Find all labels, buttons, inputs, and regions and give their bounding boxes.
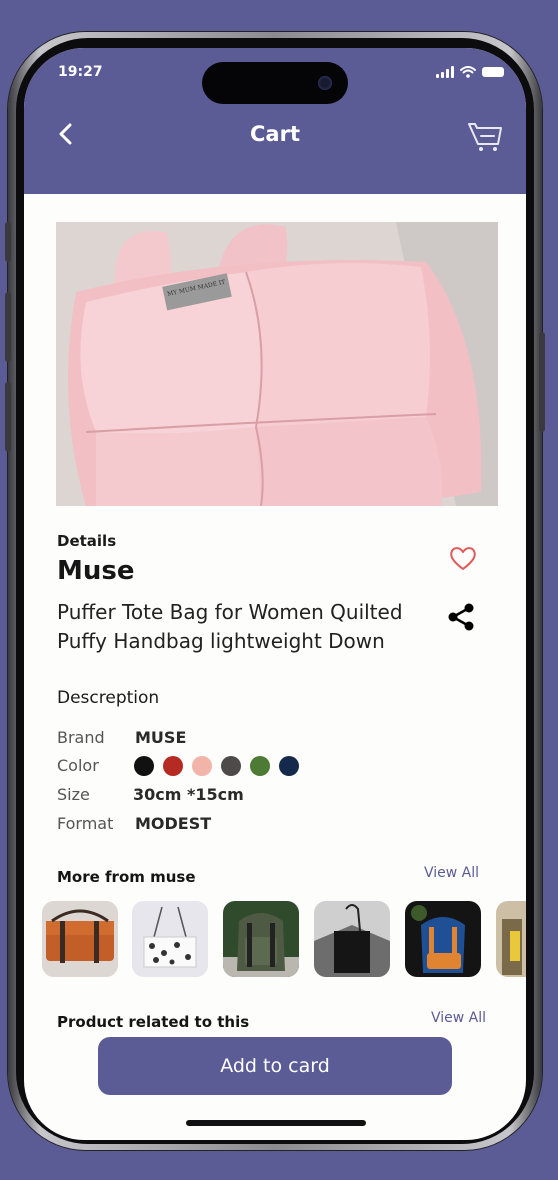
thumb-partial-bag[interactable]	[496, 901, 526, 977]
color-swatch[interactable]	[163, 756, 183, 776]
size-value: 30cm *15cm	[133, 785, 244, 804]
thumb-blue-backpack[interactable]	[405, 901, 481, 977]
status-time: 19:27	[58, 64, 103, 80]
color-label: Color	[57, 756, 99, 775]
color-swatches	[134, 756, 299, 776]
color-swatch[interactable]	[134, 756, 154, 776]
color-swatch[interactable]	[221, 756, 241, 776]
thumb-patterned-tote-bag[interactable]	[132, 901, 208, 977]
dynamic-island	[202, 62, 348, 104]
color-swatch[interactable]	[192, 756, 212, 776]
app-screen: 19:27 Cart MY MUM MADE IT Details Muse P…	[24, 48, 526, 1140]
format-label: Format	[57, 814, 114, 833]
more-from-view-all-link[interactable]: View All	[424, 865, 479, 881]
share-icon[interactable]	[444, 600, 478, 634]
related-title: Product related to this	[57, 1013, 250, 1031]
brand-label: Brand	[57, 728, 105, 747]
page-title: Cart	[250, 122, 300, 146]
color-swatch[interactable]	[279, 756, 299, 776]
description-heading: Descreption	[57, 688, 160, 708]
product-name: Muse	[57, 556, 135, 586]
cart-icon[interactable]	[466, 120, 504, 154]
battery-icon	[482, 67, 504, 77]
status-icons	[436, 62, 504, 82]
heart-icon[interactable]	[448, 544, 478, 572]
product-image: MY MUM MADE IT	[56, 222, 498, 506]
thumb-olive-backpack[interactable]	[223, 901, 299, 977]
more-from-carousel[interactable]	[42, 901, 526, 977]
wifi-icon	[460, 66, 476, 78]
size-label: Size	[57, 785, 90, 804]
signal-icon	[436, 66, 454, 78]
product-description: Puffer Tote Bag for Women Quilted Puffy …	[57, 600, 403, 653]
format-value: MODEST	[135, 814, 212, 833]
add-to-cart-button[interactable]: Add to card	[98, 1037, 452, 1095]
color-swatch[interactable]	[250, 756, 270, 776]
thumb-black-tote-bag[interactable]	[314, 901, 390, 977]
thumb-orange-messenger-bag[interactable]	[42, 901, 118, 977]
header-bar: 19:27 Cart	[24, 48, 526, 194]
home-indicator[interactable]	[186, 1120, 366, 1126]
brand-value: MUSE	[135, 728, 187, 747]
related-view-all-link[interactable]: View All	[431, 1010, 486, 1026]
more-from-title: More from muse	[57, 868, 196, 886]
details-label: Details	[57, 532, 117, 550]
